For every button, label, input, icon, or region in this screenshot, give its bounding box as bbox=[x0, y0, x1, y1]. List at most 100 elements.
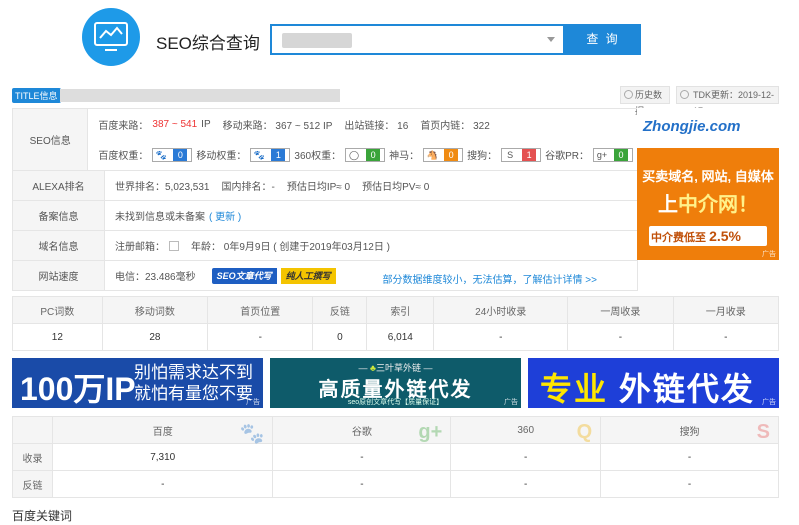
weight-badge[interactable]: 🐾 1 bbox=[250, 147, 291, 162]
row-label: 网站速度 bbox=[13, 261, 105, 290]
column-header: 移动词数 bbox=[101, 296, 209, 324]
cell: - bbox=[567, 323, 674, 351]
cell[interactable]: 12 bbox=[12, 323, 103, 351]
column-header: 首页位置 bbox=[207, 296, 314, 324]
refresh-icon bbox=[680, 90, 689, 99]
zhongjie-logo: Zhongjie.com bbox=[643, 118, 741, 135]
speed-row: 网站速度 电信：23.486毫秒 SEO文章代写 纯人工撰写 部分数据维度较小，… bbox=[13, 261, 637, 291]
ad-label: 广告 bbox=[762, 251, 776, 258]
engine-column-header: 搜狗 S bbox=[600, 416, 779, 444]
seo-row: SEO信息 百度来路： 387 ~ 541 IP 移动来路： 367 ~ 512… bbox=[13, 109, 637, 171]
engine-column-header: 百度 🐾 bbox=[51, 416, 274, 445]
title-tag: TITLE信息 bbox=[12, 88, 61, 103]
weight-badge[interactable]: 🐾 0 bbox=[152, 147, 193, 162]
weight-label: 百度权重： bbox=[98, 151, 149, 163]
seo-weights-line: 百度权重： 🐾 0 移动权重： 🐾 1 360权重： ◯ 0 神马： 🐴 0 搜狗： S 1 谷歌PR： g+ 0 bbox=[98, 140, 637, 171]
zhongjie-ad[interactable]: Zhongjie.com 买卖域名, 网站, 自媒体 上中介网！ 中介费低至 2… bbox=[637, 108, 779, 260]
cell: - bbox=[207, 323, 314, 351]
column-header: 一月收录 bbox=[672, 296, 780, 324]
engine-icon: g+ bbox=[594, 148, 610, 161]
domain-row: 域名信息 注册邮箱： 年龄： 0年9月9日 ( 创建于2019年03月12日 ) bbox=[13, 231, 637, 261]
weight-value: 1 bbox=[522, 148, 537, 161]
banner-backlinks[interactable]: — ♣三叶草外链 — 高质量外链代发 seo原创文章代写【质量保证】 广告 bbox=[270, 358, 521, 408]
engine-icon: ◯ bbox=[346, 148, 363, 161]
engine-logo-icon: 🐾 bbox=[239, 423, 265, 445]
info-table: SEO信息 百度来路： 387 ~ 541 IP 移动来路： 367 ~ 512… bbox=[12, 108, 638, 291]
history-button[interactable]: 历史数据 bbox=[620, 86, 670, 116]
row-label: 备案信息 bbox=[13, 201, 105, 230]
cell: - bbox=[450, 443, 602, 471]
broken-image-icon bbox=[169, 240, 179, 251]
chevron-down-icon[interactable] bbox=[547, 37, 555, 42]
table-header-row: PC词数 移动词数 首页位置 反链 索引 24小时收录 一周收录 一月收录 bbox=[12, 296, 780, 324]
row-label: 反链 bbox=[12, 470, 53, 498]
column-header: 索引 bbox=[366, 296, 435, 324]
engine-column-header: 谷歌 g+ bbox=[272, 416, 452, 444]
counts-table: PC词数 移动词数 首页位置 反链 索引 24小时收录 一周收录 一月收录 12 28-0 6,0… bbox=[12, 296, 780, 351]
row-label: ALEXA排名 bbox=[13, 171, 105, 200]
weight-value: 0 bbox=[173, 148, 188, 161]
weight-badge[interactable]: S1 bbox=[501, 147, 542, 162]
engine-column-header: 360 Q bbox=[450, 416, 602, 444]
engine-logo-icon: g+ bbox=[418, 421, 443, 443]
banner-100w-ip[interactable]: 100万IP 别怕需求达不到 就怕有量您不要 广告 bbox=[12, 358, 263, 408]
weight-value: 0 bbox=[614, 148, 628, 161]
weight-label: 360权重： bbox=[294, 151, 342, 163]
engine-logo-icon: Q bbox=[576, 421, 593, 443]
engine-icon: 🐾 bbox=[251, 148, 268, 161]
title-value-blurred bbox=[60, 89, 340, 102]
column-header: PC词数 bbox=[12, 296, 103, 324]
weight-label: 移动权重： bbox=[196, 151, 247, 163]
cell[interactable]: 28 bbox=[101, 323, 209, 351]
table-row: 收录 7,310- - - bbox=[12, 443, 779, 471]
engine-icon: S bbox=[502, 148, 519, 161]
cell: - bbox=[433, 323, 569, 351]
table-row: 12 28-0 6,014- - - bbox=[12, 323, 780, 351]
cell: - bbox=[672, 323, 780, 351]
row-label: 收录 bbox=[12, 443, 53, 471]
weight-label: 神马： bbox=[389, 151, 420, 163]
estimate-details-link[interactable]: 部分数据维度较小，无法估算，了解估计详情 >> bbox=[383, 271, 597, 286]
weight-value: 0 bbox=[366, 148, 381, 161]
column-header: 24小时收录 bbox=[433, 296, 569, 324]
seo-traffic-line: 百度来路： 387 ~ 541 IP 移动来路： 367 ~ 512 IP 出站… bbox=[98, 118, 490, 132]
cell: - bbox=[272, 443, 452, 471]
cell: 0 bbox=[312, 323, 368, 351]
engine-logo-icon: S bbox=[756, 421, 770, 443]
icp-row: 备案信息 未找到信息或未备案 ( 更新 ) bbox=[13, 201, 637, 231]
cell: - bbox=[450, 470, 602, 498]
column-header: 一周收录 bbox=[567, 296, 674, 324]
weight-value: 0 bbox=[444, 148, 459, 161]
icp-update-link[interactable]: ( 更新 ) bbox=[209, 208, 241, 223]
weight-badge[interactable]: 🐴 0 bbox=[423, 147, 464, 162]
app-logo bbox=[82, 8, 140, 66]
weight-value: 1 bbox=[271, 148, 286, 161]
search-value-blurred bbox=[282, 33, 352, 48]
section-title: 百度关键词 bbox=[12, 509, 73, 523]
engines-table: 百度 🐾 谷歌 g+ 360 Q 搜狗 S 收录 7,310- - - 反链 - - - - bbox=[12, 416, 779, 498]
engine-icon: 🐴 bbox=[424, 148, 441, 161]
weight-badge[interactable]: ◯ 0 bbox=[345, 147, 386, 162]
seo-writing-ad[interactable]: SEO文章代写 纯人工撰写 bbox=[211, 267, 340, 284]
row-label: 域名信息 bbox=[13, 231, 105, 260]
alexa-row: ALEXA排名 世界排名：5,023,531 国内排名：- 预估日均IP≈ 0 … bbox=[13, 171, 637, 201]
search-input[interactable] bbox=[270, 24, 565, 55]
app-title: SEO综合查询 bbox=[156, 34, 260, 53]
tdk-update[interactable]: TDK更新：2019-12-17 bbox=[676, 86, 779, 116]
cell: - bbox=[51, 470, 274, 498]
baidu-source-value: 387 ~ 541 bbox=[152, 118, 198, 130]
table-row: 反链 - - - - bbox=[12, 470, 779, 498]
search-button[interactable]: 查 询 bbox=[565, 24, 641, 55]
engine-icon: 🐾 bbox=[153, 148, 170, 161]
column-header: 反链 bbox=[312, 296, 368, 324]
row-label: SEO信息 bbox=[13, 109, 89, 170]
cell: 6,014 bbox=[366, 323, 435, 351]
cell: 7,310 bbox=[51, 443, 274, 471]
weight-label: 谷歌PR： bbox=[545, 151, 589, 163]
chart-monitor-icon bbox=[94, 22, 128, 51]
weight-badge[interactable]: g+ 0 bbox=[593, 147, 633, 162]
weight-label: 搜狗： bbox=[467, 151, 498, 163]
cell: - bbox=[272, 470, 452, 498]
banner-pro-backlinks[interactable]: 专业 外链代发 广告 bbox=[528, 358, 779, 408]
history-icon bbox=[624, 90, 633, 99]
